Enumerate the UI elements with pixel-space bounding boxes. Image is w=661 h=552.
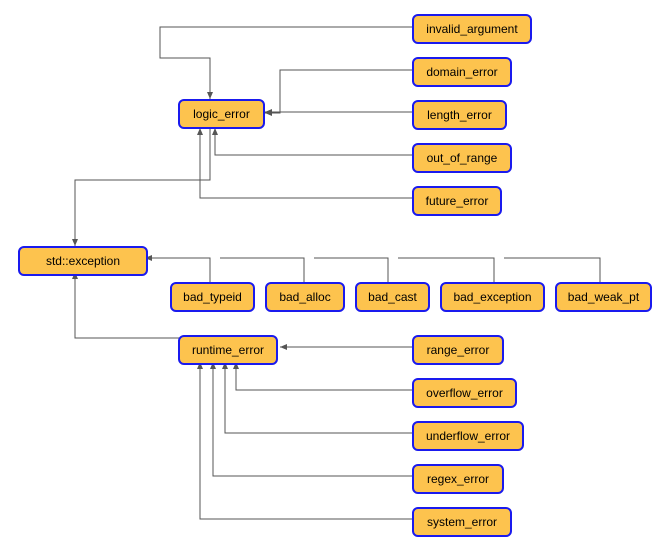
node-future-error: future_error — [412, 186, 502, 216]
node-bad-weak-pt: bad_weak_pt — [555, 282, 652, 312]
node-overflow-error: overflow_error — [412, 378, 517, 408]
node-invalid-argument: invalid_argument — [412, 14, 532, 44]
node-regex-error: regex_error — [412, 464, 504, 494]
node-std-exception: std::exception — [18, 246, 148, 276]
node-out-of-range: out_of_range — [412, 143, 512, 173]
node-bad-alloc: bad_alloc — [265, 282, 345, 312]
node-logic-error: logic_error — [178, 99, 265, 129]
node-system-error: system_error — [412, 507, 512, 537]
node-domain-error: domain_error — [412, 57, 512, 87]
node-length-error: length_error — [412, 100, 507, 130]
node-bad-typeid: bad_typeid — [170, 282, 255, 312]
node-underflow-error: underflow_error — [412, 421, 524, 451]
node-bad-exception: bad_exception — [440, 282, 545, 312]
node-runtime-error: runtime_error — [178, 335, 278, 365]
node-bad-cast: bad_cast — [355, 282, 430, 312]
node-range-error: range_error — [412, 335, 504, 365]
